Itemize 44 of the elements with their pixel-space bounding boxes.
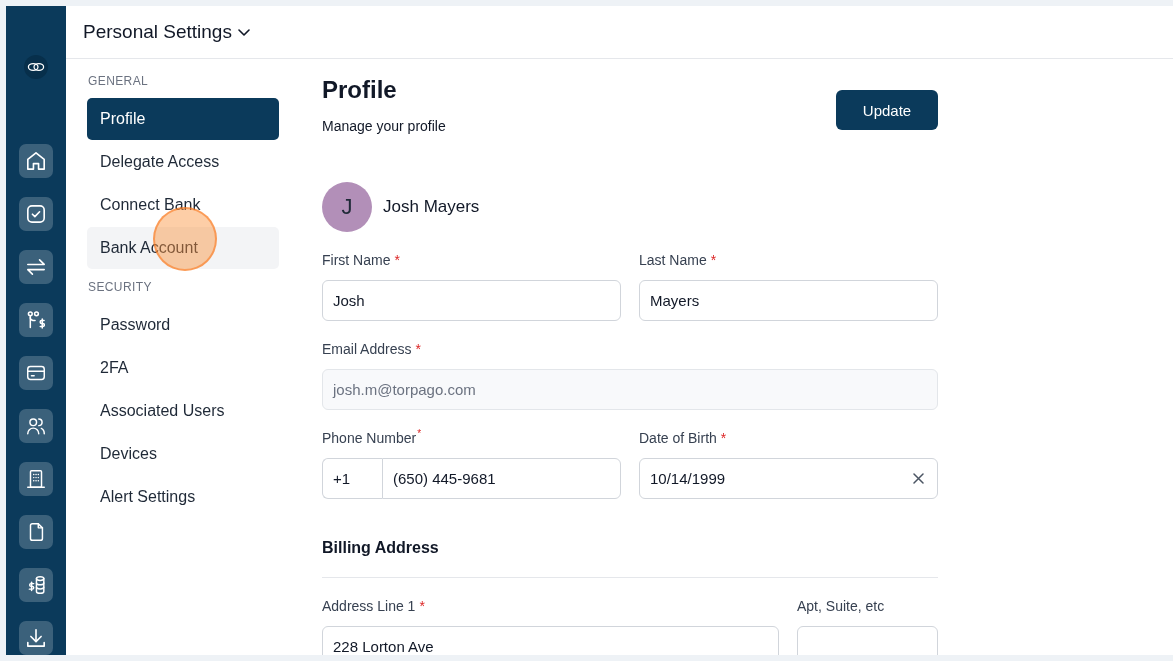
phone-field[interactable]: (650) 445-9681: [382, 458, 621, 499]
country-code-field[interactable]: +1: [322, 458, 382, 499]
nav-item[interactable]: Devices: [87, 433, 279, 475]
clear-icon[interactable]: [913, 473, 924, 484]
building-icon[interactable]: [19, 462, 53, 496]
nav-item[interactable]: Connect Bank: [87, 184, 279, 226]
dollar-coins-icon[interactable]: [19, 568, 53, 602]
credit-card-icon[interactable]: [19, 356, 53, 390]
nav-section-heading: SECURITY: [87, 279, 153, 295]
update-button[interactable]: Update: [836, 90, 938, 130]
date-field[interactable]: 10/14/1999: [639, 458, 938, 499]
document-icon[interactable]: [19, 515, 53, 549]
nav-item[interactable]: Alert Settings: [87, 476, 279, 518]
field-label: Apt, Suite, etc: [797, 597, 885, 616]
input-field[interactable]: 228 Lorton Ave: [322, 626, 779, 655]
field-label: First Name *: [322, 251, 400, 270]
branch-dollar-icon[interactable]: [19, 303, 53, 337]
nav-section-heading: GENERAL: [87, 73, 150, 89]
nav-item[interactable]: 2FA: [87, 347, 279, 389]
nav-item[interactable]: Associated Users: [87, 390, 279, 432]
field-label: Date of Birth *: [639, 429, 727, 448]
page-title: Profile: [322, 75, 398, 105]
users-icon[interactable]: [19, 409, 53, 443]
home-icon[interactable]: [19, 144, 53, 178]
chevron-down-icon: [237, 28, 250, 36]
input-field[interactable]: Mayers: [639, 280, 938, 321]
nav-item[interactable]: Password: [87, 304, 279, 346]
field-label: Last Name *: [639, 251, 717, 270]
field-label: Address Line 1 *: [322, 597, 425, 616]
input-field[interactable]: Josh: [322, 280, 621, 321]
arrows-exchange-icon[interactable]: [19, 250, 53, 284]
page-subtitle: Manage your profile: [322, 117, 446, 136]
check-square-icon[interactable]: [19, 197, 53, 231]
field-label: Email Address *: [322, 340, 421, 359]
download-icon[interactable]: [19, 621, 53, 655]
field-label: Phone Number$^{*}$: [322, 428, 422, 448]
nav-item[interactable]: Profile: [87, 98, 279, 140]
nav-item[interactable]: Delegate Access: [87, 141, 279, 183]
input-field[interactable]: [797, 626, 938, 655]
logo-icon: [21, 55, 51, 79]
avatar: J: [322, 182, 372, 232]
section-heading: Billing Address: [322, 538, 440, 558]
settings-dropdown[interactable]: Personal Settings: [83, 21, 250, 43]
user-name: Josh Mayers: [383, 197, 480, 217]
